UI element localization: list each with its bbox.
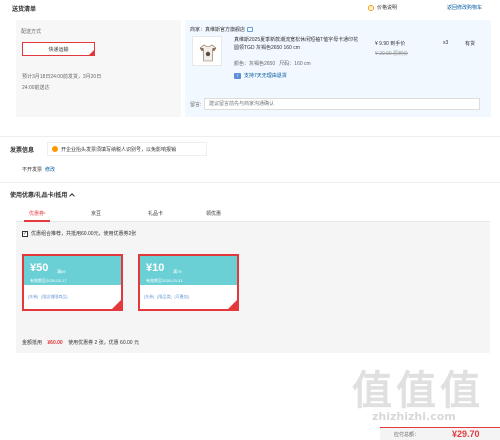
seller-note-input[interactable] — [204, 98, 480, 110]
invoice-tip-text: 开企业抬头发票须填写纳税人识别号，以免影响报销 — [61, 146, 177, 153]
combo-checkbox[interactable]: ✓ — [22, 230, 28, 237]
seller-name[interactable]: 商家：真维斯官方旗舰店 — [190, 26, 254, 33]
return-policy: 7 支持7天无理由退货 — [234, 72, 287, 79]
page-title: 送货清单 — [12, 7, 37, 13]
coupon-tag: [限品类] — [157, 294, 172, 299]
order-list-header: 送货清单 ! 价格说明 返回修改购物车 — [0, 0, 500, 15]
coupon-summary-label: 金额抵用 — [22, 340, 43, 346]
coupon-expiry: 有效期至2025-03-17 — [30, 278, 67, 283]
tab-coupons[interactable]: 优惠券• — [29, 210, 45, 217]
chat-icon[interactable] — [247, 27, 254, 33]
delivery-panel: 配送方式 快递运输 预计3月18日24:00前发货，3月20日 24:00前送达 — [16, 20, 181, 117]
coupon-summary-amount: ¥60.00 — [47, 340, 63, 346]
coupon-condition: 满69 — [57, 269, 66, 274]
invoice-tip: 开企业抬头发票须填写纳税人识别号，以免影响报销 — [47, 142, 207, 156]
coupon-summary: 金额抵用 ¥60.00 使用优惠券 2 张，优惠 60.00 元 — [22, 339, 139, 346]
coupon-card-header: ¥10 满79 有效期至2025-03-31 — [140, 256, 237, 285]
selected-corner-mark — [89, 50, 94, 55]
tab-get-coupons[interactable]: 领优惠 — [206, 210, 221, 217]
return-policy-label: 支持7天无理由退货 — [244, 73, 287, 79]
coupon-amount: ¥50 — [30, 262, 49, 274]
chevron-up-icon — [69, 192, 76, 199]
coupon-tags: [东券] [限品类] [可叠加] — [144, 294, 189, 300]
invoice-section-title: 发票信息 — [10, 148, 35, 154]
stock-status: 有货 — [465, 41, 476, 47]
active-tab-indicator — [24, 220, 50, 222]
payable-label: 应付总额： — [394, 432, 420, 438]
info-icon: ! — [368, 4, 374, 11]
coupon-panel: 优惠券• 京豆 礼品卡 领优惠 ✓ 优惠组合推荐，共抵用60.00元，使用优惠券… — [16, 206, 490, 353]
price-note-link[interactable]: ! 价格说明 — [368, 4, 397, 11]
watermark: 值值值 zhizhizhi.com — [352, 358, 500, 438]
return-7day-icon: 7 — [234, 72, 241, 79]
product-name[interactable]: 真维斯2025夏季新款潮流宽松休闲短袖T恤字母卡通印花圆领TGD 灰褐色2650… — [234, 36, 359, 52]
lightbulb-icon — [52, 146, 58, 152]
watermark-url: zhizhizhi.com — [372, 410, 456, 423]
note-label: 留言: — [190, 102, 202, 108]
delivery-method-label: 配送方式 — [21, 29, 42, 35]
tshirt-icon — [199, 44, 217, 62]
payable-total-bar: 应付总额： ¥29.70 — [380, 427, 500, 440]
divider — [0, 136, 500, 137]
product-quantity: x3 — [443, 40, 449, 46]
coupon-tag: [东券] — [144, 294, 155, 299]
product-price: ¥ 9.90 到手价 ¥ 29.90 原到价 — [375, 41, 409, 57]
combo-option-label: 优惠组合推荐，共抵用60.00元，使用优惠券2张 — [31, 231, 137, 237]
watermark-logo: 值值值 — [352, 368, 484, 414]
back-to-cart-link[interactable]: 返回修改购物车 — [447, 4, 482, 11]
coupon-tabs: 优惠券• 京豆 礼品卡 领优惠 — [16, 206, 490, 222]
tab-jd-beans[interactable]: 京豆 — [91, 210, 101, 217]
selected-corner-mark — [228, 300, 237, 309]
tab-gift-card[interactable]: 礼品卡 — [148, 210, 163, 217]
coupon-expiry: 有效期至2025-03-31 — [146, 278, 183, 283]
divider — [0, 182, 500, 183]
payable-amount: ¥29.70 — [452, 429, 480, 439]
express-shipping-label: 快递运输 — [48, 46, 69, 53]
product-panel: 商家：真维斯官方旗舰店 真维斯2025夏季新款潮流宽松休闲短袖T恤字母卡通印花圆… — [185, 20, 491, 117]
express-shipping-option[interactable]: 快递运输 — [22, 42, 95, 56]
estimated-delivery-line1: 预计3月18日24:00前发货，3月20日 — [22, 74, 102, 80]
coupon-section-title: 使用优惠/礼品卡/抵用 — [10, 193, 68, 199]
invoice-modify-link[interactable]: 修改 — [45, 167, 55, 173]
coupon-card-header: ¥50 满69 有效期至2025-03-17 — [24, 256, 121, 285]
estimated-delivery-line2: 24:00前送达 — [22, 85, 50, 91]
selected-corner-mark — [112, 300, 121, 309]
coupon-tags: [东券] [限店铺限商品] — [28, 294, 67, 300]
coupon-section-toggle[interactable]: 使用优惠/礼品卡/抵用 — [10, 190, 76, 199]
coupon-tag: [东券] — [28, 294, 39, 299]
coupon-card[interactable]: ¥10 满79 有效期至2025-03-31 [东券] [限品类] [可叠加] — [138, 254, 239, 311]
invoice-value: 不开发票 修改 — [22, 167, 56, 173]
coupon-card[interactable]: ¥50 满69 有效期至2025-03-17 [东券] [限店铺限商品] — [22, 254, 123, 311]
coupon-condition: 满79 — [173, 269, 182, 274]
coupon-combo-option[interactable]: ✓ 优惠组合推荐，共抵用60.00元，使用优惠券2张 — [22, 230, 136, 237]
product-spec: 颜色：灰褐色2650 尺码：160 cm — [234, 61, 311, 67]
coupon-tag: [可叠加] — [174, 294, 189, 299]
price-note-label: 价格说明 — [377, 5, 398, 11]
coupon-amount: ¥10 — [146, 262, 165, 274]
coupon-tag: [限店铺限商品] — [41, 294, 68, 299]
coupon-summary-detail: 使用优惠券 2 张，优惠 60.00 元 — [68, 340, 139, 346]
original-price: ¥ 29.90 原到价 — [375, 51, 409, 57]
product-image[interactable] — [192, 36, 222, 66]
